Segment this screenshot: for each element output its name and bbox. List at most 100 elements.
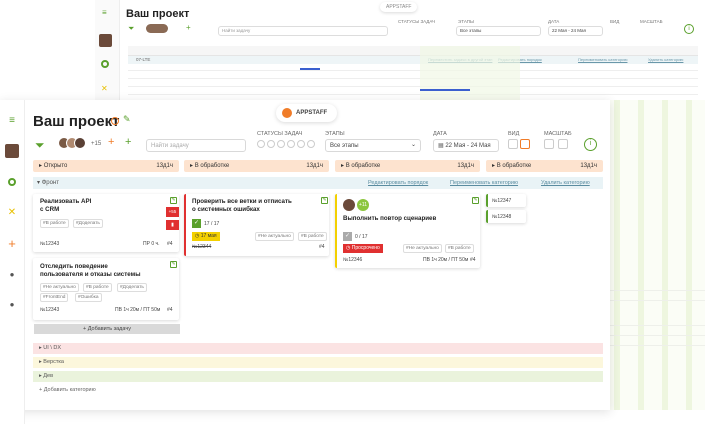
task-card[interactable]: №12348	[486, 210, 526, 223]
view-label: ВИД	[508, 131, 520, 137]
avatar[interactable]	[5, 144, 19, 158]
status-icon[interactable]	[267, 140, 275, 148]
edit-icon[interactable]: ✎	[123, 114, 131, 125]
column-header[interactable]: ▸ В обработке 13д1ч	[486, 160, 603, 172]
background-row	[128, 88, 698, 95]
tag[interactable]: #Доделать	[73, 219, 103, 228]
info-icon[interactable]: i	[584, 138, 597, 151]
background-bar	[420, 89, 470, 91]
status-icon[interactable]	[257, 140, 265, 148]
task-card[interactable]: Проверить все ветки и отписать о системн…	[184, 194, 329, 256]
info-icon[interactable]: ●	[5, 298, 19, 312]
rename-category-link[interactable]: Переименовать категорию	[450, 177, 518, 189]
close-icon[interactable]: ✕	[5, 206, 19, 220]
edit-icon[interactable]: ✎	[321, 197, 328, 204]
column-header[interactable]: ▸ Открыто 13д1ч	[33, 160, 179, 172]
add-category-button[interactable]: + Добавить категорию	[39, 387, 96, 393]
background-stages-label: ЭТАПЫ	[458, 19, 475, 24]
tag[interactable]: #Доделать	[117, 283, 147, 292]
background-date[interactable]: 22 Мая - 24 Мая	[548, 26, 603, 36]
avatars-group[interactable]	[146, 24, 168, 33]
column-header[interactable]: ▸ В обработке 13д1ч	[335, 160, 480, 172]
delete-category-link[interactable]: Удалить категорию	[541, 177, 590, 189]
task-card[interactable]: Отследить поведение пользователя и отказ…	[33, 258, 179, 320]
info-icon[interactable]: i	[684, 24, 694, 34]
category-group[interactable]: ▸ Верстка	[33, 357, 603, 368]
avatar[interactable]	[99, 34, 112, 47]
close-icon[interactable]: ✕	[101, 84, 108, 93]
avatar-count[interactable]: +15	[91, 141, 101, 147]
settings-icon[interactable]: ●	[5, 268, 19, 282]
checkbox-icon[interactable]: ✓	[192, 219, 201, 228]
assign-user-icon[interactable]: +	[125, 136, 131, 148]
checkbox-icon[interactable]: ✓	[343, 232, 352, 241]
stages-select[interactable]: Все этапы ⌄	[325, 139, 421, 152]
search-input[interactable]: Найти задачу	[146, 139, 246, 152]
add-user-icon[interactable]: +	[186, 23, 191, 32]
background-link-3[interactable]: Переименовать категорию	[578, 57, 627, 62]
column-header[interactable]: ▸ В обработке 13д1ч	[184, 160, 329, 172]
column-count: 13д1ч	[457, 163, 474, 169]
settings-icon[interactable]	[111, 117, 119, 125]
column-title: Открыто	[43, 163, 68, 169]
gantt-column	[614, 100, 620, 410]
checklist-progress: 17 / 17	[204, 221, 220, 227]
zoom-out-icon[interactable]	[544, 139, 554, 149]
view-toggle-icon[interactable]	[520, 139, 530, 149]
date-picker[interactable]: ▦ 22 Мая - 24 Мая	[433, 139, 499, 152]
category-group[interactable]: ▸ UI \ DX	[33, 343, 603, 354]
avatar-badge: +11	[357, 199, 369, 211]
background-sidebar: ≡ ✕	[95, 0, 120, 100]
gantt-line	[608, 345, 705, 346]
avatars-group[interactable]	[58, 137, 88, 150]
background-view-label: ВИД	[610, 19, 620, 24]
menu-icon[interactable]: ≡	[5, 114, 19, 128]
zoom-in-icon[interactable]	[558, 139, 568, 149]
circle-icon[interactable]	[5, 175, 19, 189]
tag[interactable]: #В работе	[40, 219, 69, 228]
gantt-column	[662, 100, 668, 410]
stages-label: ЭТАПЫ	[325, 131, 345, 137]
tag[interactable]: #Не актуально	[40, 283, 79, 292]
deadline-text: 17 мая	[200, 233, 217, 239]
tag[interactable]: #В работе	[298, 232, 327, 241]
background-row-label: 07-LTE	[136, 57, 151, 62]
task-title: Выполнить повтор сценариев	[343, 215, 437, 222]
edit-icon[interactable]: ✎	[472, 197, 479, 204]
circle-icon[interactable]	[101, 60, 109, 68]
menu-icon[interactable]: ≡	[102, 8, 107, 17]
column-title: В обработке	[345, 163, 381, 169]
status-icon[interactable]	[297, 140, 305, 148]
tag[interactable]: #FrontEnd	[40, 293, 69, 302]
task-card[interactable]: +11 ✎ Выполнить повтор сценариев ✓ 0 / 1…	[335, 194, 480, 268]
background-link-4[interactable]: Удалить категорию	[648, 57, 683, 62]
add-task-button[interactable]: + Добавить задачу	[34, 324, 180, 334]
background-stages-select[interactable]: Все этапы	[456, 26, 541, 36]
tag[interactable]: #Не актуально	[255, 232, 294, 241]
filter-icon[interactable]: ⏷	[128, 24, 134, 34]
edit-icon[interactable]: ✎	[170, 261, 177, 268]
tag[interactable]: #Ошибка	[75, 293, 102, 302]
task-card[interactable]: №12347	[486, 194, 526, 207]
tag[interactable]: #В работе	[83, 283, 112, 292]
task-card[interactable]: Реализовать API с CRM ✎ +55 ▮ #В работе …	[33, 194, 179, 252]
tag[interactable]: #Не актуально	[403, 244, 442, 253]
status-icon[interactable]	[277, 140, 285, 148]
gantt-column	[638, 100, 644, 410]
status-icon[interactable]	[307, 140, 315, 148]
tag[interactable]: #В работе	[445, 244, 474, 253]
category-group[interactable]: ▸ Дев	[33, 371, 603, 382]
filter-icon[interactable]: ⏷	[35, 138, 45, 153]
view-toggle-icon[interactable]	[508, 139, 518, 149]
task-number: #4	[319, 244, 325, 250]
scale-label: МАСШТАБ	[544, 131, 572, 137]
status-filters[interactable]	[257, 140, 317, 150]
checklist-progress: 0 / 17	[355, 234, 368, 240]
add-icon[interactable]: +	[5, 237, 19, 251]
status-icon[interactable]	[287, 140, 295, 148]
edit-order-link[interactable]: Редактировать порядок	[368, 177, 428, 189]
background-search[interactable]: Найти задачу	[218, 26, 388, 36]
add-user-icon[interactable]: +	[108, 136, 114, 148]
delete-icon[interactable]: ▮	[166, 220, 179, 230]
edit-icon[interactable]: ✎	[170, 197, 177, 204]
